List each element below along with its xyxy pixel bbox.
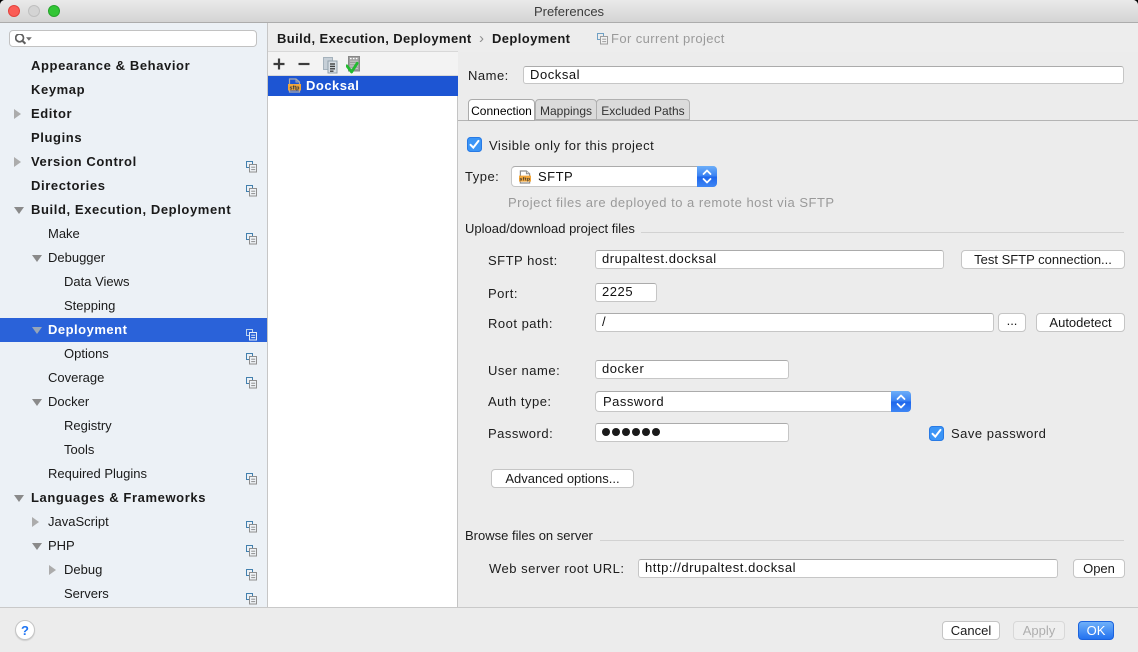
svg-text:sftp: sftp: [520, 177, 531, 183]
